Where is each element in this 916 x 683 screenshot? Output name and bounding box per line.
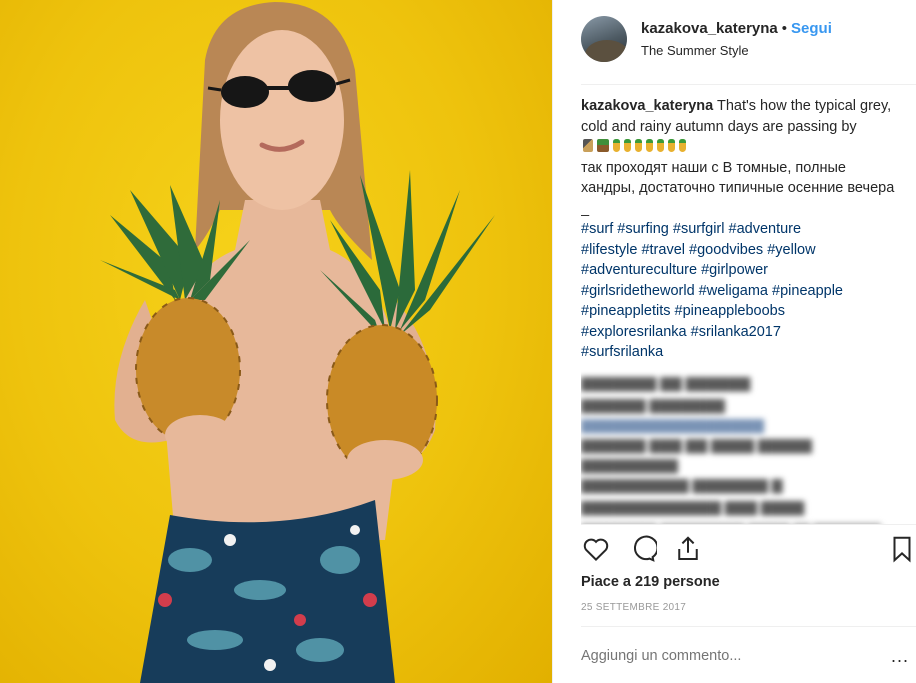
share-icon[interactable] (673, 534, 703, 564)
hashtag-link[interactable]: #weligama (699, 283, 768, 299)
hashtag-link[interactable]: #adventureculture (581, 262, 697, 278)
hashtag-link[interactable]: #pineappletits (581, 303, 671, 319)
photo-illustration (100, 2, 495, 683)
hashtag-link[interactable]: #surfing (617, 221, 669, 237)
likes-count[interactable]: Piace a 219 persone (581, 574, 720, 590)
username-row: kazakova_kateryna • Segui (641, 20, 832, 37)
hashtag-link[interactable]: #girlpower (701, 262, 768, 278)
more-options-icon[interactable]: ... (891, 646, 909, 667)
hashtag-link[interactable]: #pineappleboobs (675, 303, 785, 319)
hashtag-link[interactable]: #pineapple (772, 283, 843, 299)
separator-dot: • (781, 20, 788, 37)
hashtag-link[interactable]: #travel (641, 242, 685, 258)
hashtags: #surf #surfing #surfgirl #adventure #lif… (581, 219, 901, 363)
post-date[interactable]: 25 SETTEMBRE 2017 (581, 602, 686, 613)
hashtag-link[interactable]: #srilanka2017 (691, 324, 781, 340)
blurred-comments: ▇▇▇▇▇▇▇ ▇▇ ▇▇▇▇▇▇ ▇▇▇▇▇▇ ▇▇▇▇▇▇▇ ▇▇▇▇▇▇▇… (581, 373, 901, 525)
divider (581, 84, 916, 85)
caption-author[interactable]: kazakova_kateryna (581, 98, 713, 114)
blurred-comment: ▇▇▇▇▇▇▇▇▇▇▇▇▇ ▇▇▇ ▇▇▇▇ (581, 498, 805, 515)
username-link[interactable]: kazakova_kateryna (641, 20, 778, 37)
hashtag-link[interactable]: #lifestyle (581, 242, 637, 258)
caption-underscore: _ (581, 200, 590, 217)
post-photo[interactable] (0, 0, 552, 683)
hashtag-link[interactable]: #girlsridetheworld (581, 283, 695, 299)
blurred-comment: ▇▇▇▇▇▇ ▇▇▇▇▇▇▇ ▇▇▇▇▇▇▇▇▇▇▇▇▇▇▇▇▇ ▇▇▇▇▇▇ ▇… (581, 396, 812, 493)
divider (581, 626, 916, 627)
action-bar (581, 534, 911, 566)
hashtag-link[interactable]: #goodvibes (689, 242, 763, 258)
follow-button[interactable]: Segui (791, 20, 832, 37)
location-link[interactable]: The Summer Style (641, 43, 749, 58)
emoji-sequence-icon (583, 137, 690, 158)
hashtag-link[interactable]: #adventure (729, 221, 802, 237)
bookmark-icon[interactable] (887, 534, 916, 564)
blurred-comment: ▇▇▇▇▇▇▇ ▇▇ ▇▇▇▇▇▇ (581, 374, 751, 391)
comment-icon[interactable] (627, 534, 659, 564)
post-header: kazakova_kateryna • Segui The Summer Style (553, 0, 916, 84)
comment-input[interactable] (581, 648, 871, 664)
comments-list[interactable]: kazakova_kateryna That's how the typical… (581, 96, 901, 524)
divider (581, 524, 916, 525)
hashtag-link[interactable]: #exploresrilanka (581, 324, 687, 340)
caption: kazakova_kateryna That's how the typical… (581, 96, 901, 363)
hashtag-link[interactable]: #surfsrilanka (581, 344, 663, 360)
heart-icon[interactable] (581, 534, 611, 564)
hashtag-link[interactable]: #surfgirl (673, 221, 725, 237)
caption-text-ru: так проходят наши с В томные, полные хан… (581, 159, 895, 197)
post-side-panel: kazakova_kateryna • Segui The Summer Style… (552, 0, 916, 683)
hashtag-link[interactable]: #yellow (767, 242, 815, 258)
avatar[interactable] (581, 16, 627, 62)
hashtag-link[interactable]: #surf (581, 221, 613, 237)
